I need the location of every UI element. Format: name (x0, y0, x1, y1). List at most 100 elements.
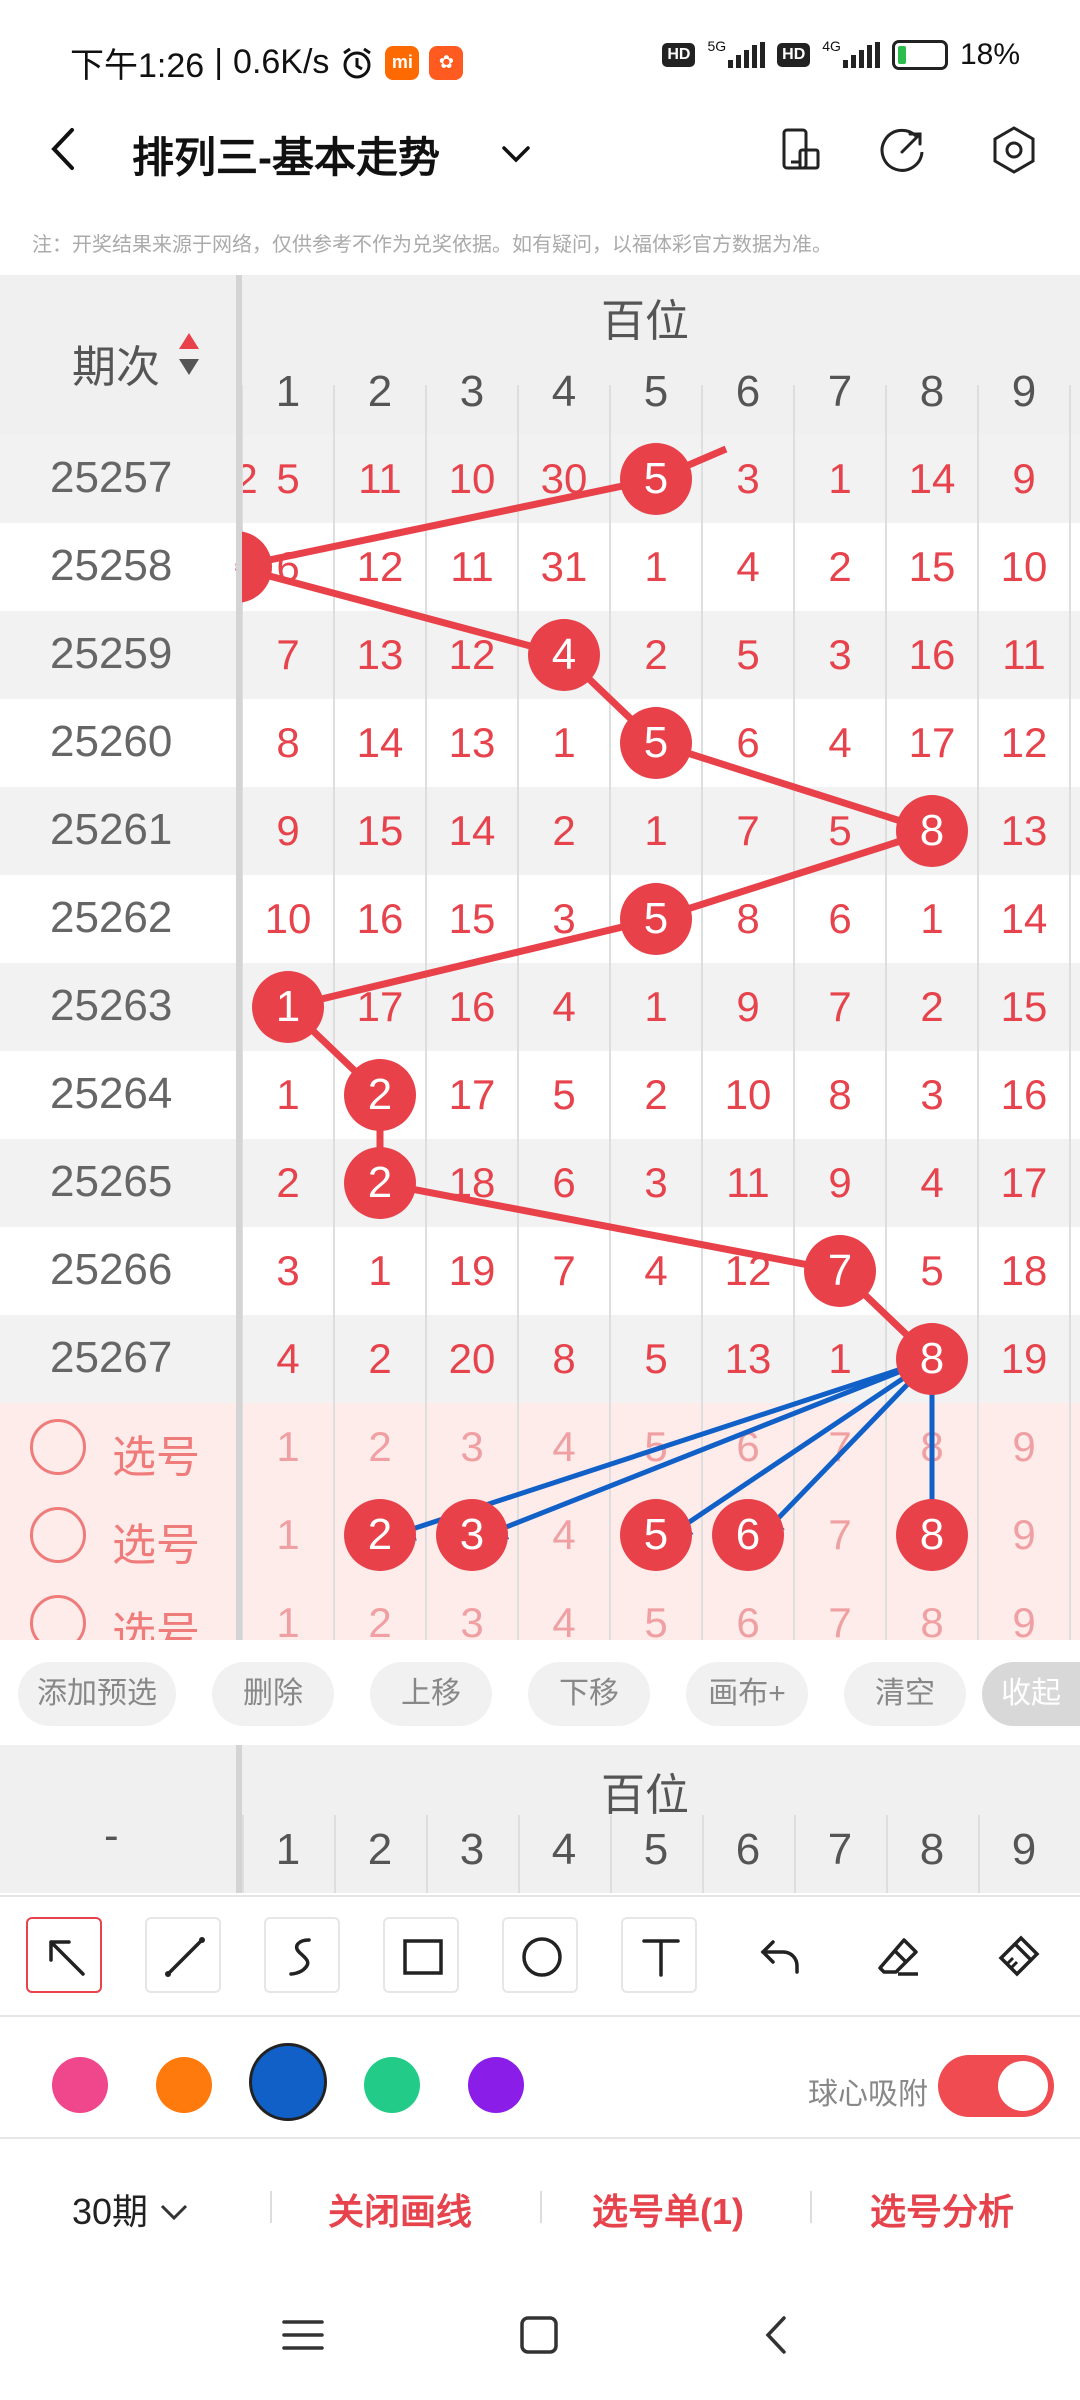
collapse-button[interactable]: 收起 (982, 1662, 1080, 1726)
clear-button[interactable]: 清空 (844, 1662, 966, 1726)
table-cell: 9 (828, 1159, 852, 1206)
select-cell[interactable]: 5 (610, 1423, 702, 1471)
mi-app-icon: mi (385, 45, 420, 80)
undo-icon[interactable] (740, 1917, 816, 1993)
color-swatch-blue[interactable] (249, 2043, 327, 2121)
settings-hexagon-icon[interactable] (986, 122, 1042, 178)
second-column-header: 7 (827, 1825, 853, 1874)
row-period: 25264 (50, 1069, 173, 1118)
table-cell: 15 (448, 895, 496, 942)
second-group-label: 百位 (601, 1771, 689, 1820)
picked-ball[interactable]: 8 (896, 1499, 968, 1571)
home-square-icon[interactable] (514, 2310, 564, 2360)
chevron-down-icon[interactable] (496, 134, 536, 174)
select-cell[interactable]: 8 (886, 1423, 978, 1471)
select-cell[interactable]: 9 (978, 1511, 1070, 1559)
table-cell: 14 (1000, 895, 1048, 942)
color-swatch-pink[interactable] (52, 2057, 108, 2113)
table-cell: 15 (356, 807, 404, 854)
table-cell: 6 (828, 895, 852, 942)
delete-button[interactable]: 删除 (212, 1662, 334, 1726)
picked-ball[interactable]: 3 (436, 1499, 508, 1571)
add-preselect-button[interactable]: 添加预选 (18, 1662, 176, 1726)
table-cell: 1 (276, 1071, 300, 1118)
table-cell: 14 (356, 719, 404, 766)
select-radio[interactable] (30, 1507, 86, 1563)
hit-ball: 2 (344, 1147, 416, 1219)
pick-analysis-button[interactable]: 选号分析 (870, 2183, 1014, 2235)
close-drawing-button[interactable]: 关闭画线 (328, 2183, 472, 2235)
arrow-tool-icon[interactable] (26, 1917, 102, 1993)
table-cell: 12 (448, 631, 496, 678)
select-cell[interactable]: 4 (518, 1511, 610, 1559)
table-cell: 1 (920, 895, 944, 942)
rectangle-tool-icon[interactable] (383, 1917, 459, 1993)
select-cell[interactable]: 1 (242, 1423, 334, 1471)
table-cell: 4 (736, 543, 760, 590)
share-icon[interactable] (876, 122, 932, 178)
table-cell: 18 (448, 1159, 496, 1206)
table-cell: 1 (644, 983, 668, 1030)
table-cell: 20 (448, 1335, 496, 1382)
row-period: 25267 (50, 1333, 173, 1382)
table-cell: 14 (908, 455, 956, 502)
select-cell[interactable]: 9 (978, 1423, 1070, 1471)
hit-ball: 1 (252, 971, 324, 1043)
select-cell[interactable]: 6 (702, 1423, 794, 1471)
move-up-button[interactable]: 上移 (370, 1662, 492, 1726)
table-cell: 16 (356, 895, 404, 942)
freehand-tool-icon[interactable] (264, 1917, 340, 1993)
grid-line (334, 1815, 336, 1893)
eraser-icon[interactable] (859, 1917, 935, 1993)
move-down-button[interactable]: 下移 (528, 1662, 650, 1726)
picked-ball[interactable]: 5 (620, 1499, 692, 1571)
picked-ball[interactable]: 2 (344, 1499, 416, 1571)
circle-tool-icon[interactable] (502, 1917, 578, 1993)
hit-ball: 5 (620, 443, 692, 515)
column-header: 2 (367, 367, 393, 416)
table-cell: 10 (448, 455, 496, 502)
select-cell[interactable]: 1 (242, 1511, 334, 1559)
column-header: 6 (735, 367, 761, 416)
canvas-add-button[interactable]: 画布+ (686, 1662, 808, 1726)
line-tool-icon[interactable] (145, 1917, 221, 1993)
period-header[interactable]: 期次 (72, 331, 160, 395)
text-tool-icon[interactable] (621, 1917, 697, 1993)
color-swatch-green[interactable] (364, 2057, 420, 2113)
row-period: 25261 (50, 805, 173, 854)
table-cell: 2 (368, 1335, 392, 1382)
table-cell: 11 (450, 543, 494, 590)
table-cell: 2 (276, 1159, 300, 1206)
color-swatch-purple[interactable] (468, 2057, 524, 2113)
rotate-screen-icon[interactable] (772, 122, 828, 178)
pick-list-button[interactable]: 选号单(1) (592, 2183, 744, 2235)
snap-toggle[interactable] (938, 2055, 1054, 2117)
table-cell: 3 (736, 455, 760, 502)
table-cell: 31 (540, 543, 588, 590)
chevron-down-icon (161, 2204, 188, 2221)
table-cell: 19 (1000, 1335, 1048, 1382)
select-cell[interactable]: 3 (426, 1423, 518, 1471)
color-swatch-orange[interactable] (156, 2057, 212, 2113)
select-cell[interactable]: 2 (334, 1423, 426, 1471)
picked-ball[interactable]: 6 (712, 1499, 784, 1571)
back-icon[interactable] (752, 2310, 802, 2360)
table-cell: 4 (552, 983, 576, 1030)
select-radio[interactable] (30, 1419, 86, 1475)
hit-ball: 7 (804, 1235, 876, 1307)
select-cell[interactable]: 7 (794, 1423, 886, 1471)
table-cell: 12 (1000, 719, 1048, 766)
select-cell[interactable]: 7 (794, 1511, 886, 1559)
battery-icon (891, 40, 948, 70)
select-cell[interactable]: 4 (518, 1423, 610, 1471)
sort-toggle-icon[interactable] (176, 329, 202, 379)
back-arrow-icon[interactable] (40, 124, 90, 174)
period-count-select[interactable]: 30期 (72, 2183, 190, 2235)
column-header: 8 (919, 367, 945, 416)
second-column-header: 6 (735, 1825, 761, 1874)
table-cell: 1 (368, 1247, 392, 1294)
column-header: 4 (551, 367, 577, 416)
table-cell: 11 (1002, 631, 1046, 678)
menu-icon[interactable] (278, 2310, 328, 2360)
clear-brush-icon[interactable] (978, 1917, 1054, 1993)
